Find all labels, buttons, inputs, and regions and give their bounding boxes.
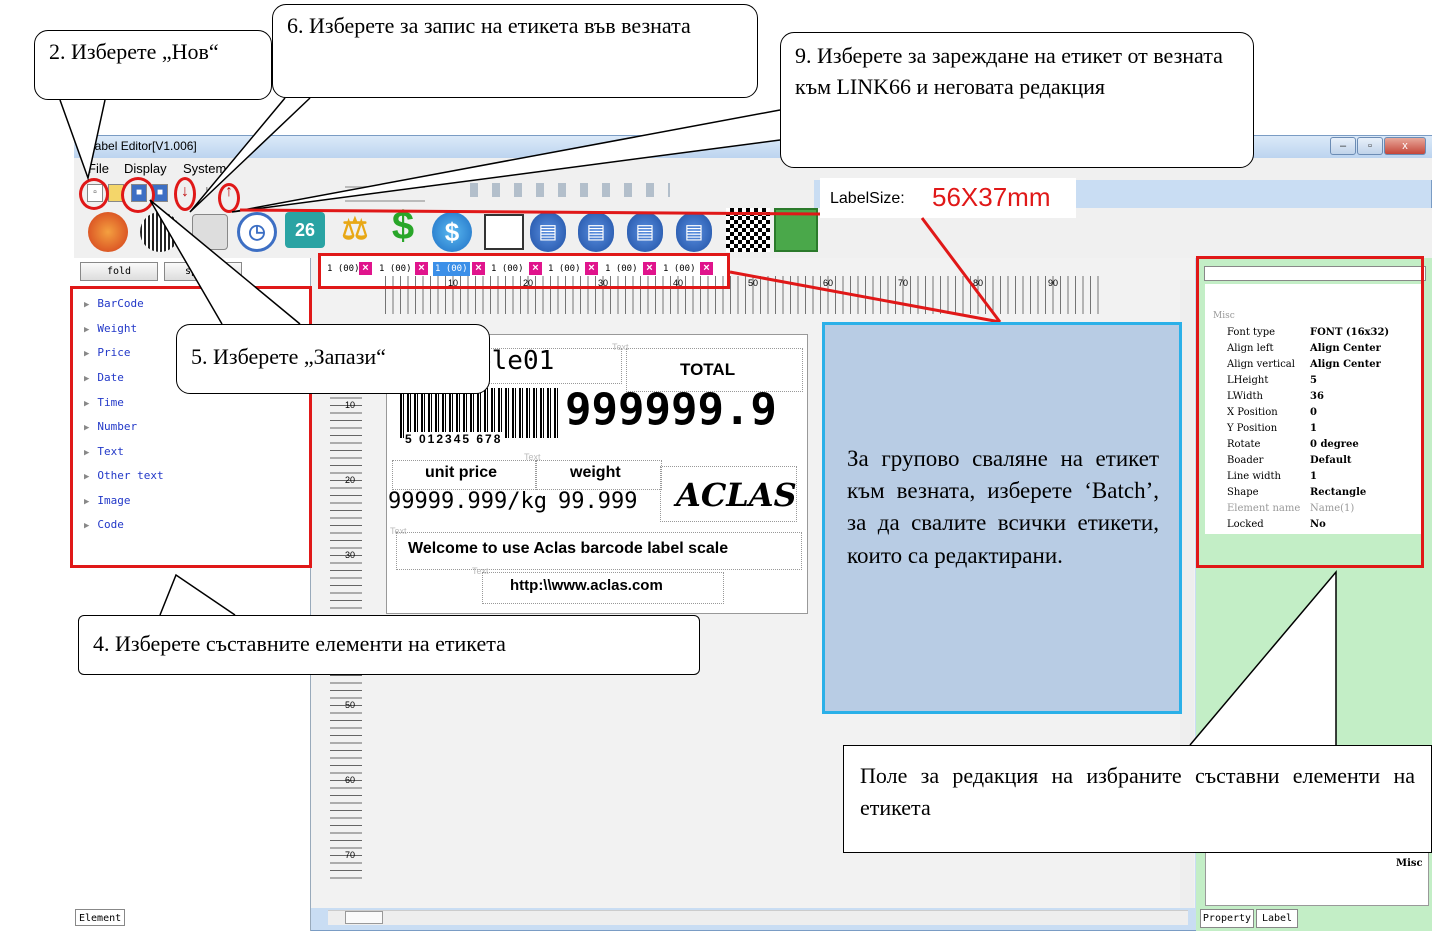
callout-new: 2. Изберете „Нов“ [34, 30, 272, 100]
callout-save: 5. Изберете „Запази“ [176, 324, 490, 394]
callout-edit-field: Поле за редакция на избраните съставни е… [843, 745, 1432, 853]
callout-save-to-scale: 6. Изберете за запис на етикета във везн… [272, 4, 758, 98]
callout-batch: За групово сваляне на етикет към везната… [822, 322, 1182, 714]
callout-load-from-scale: 9. Изберете за зареждане на етикет от ве… [780, 32, 1254, 168]
callout-elements: 4. Изберете съставните елементи на етике… [78, 615, 700, 675]
